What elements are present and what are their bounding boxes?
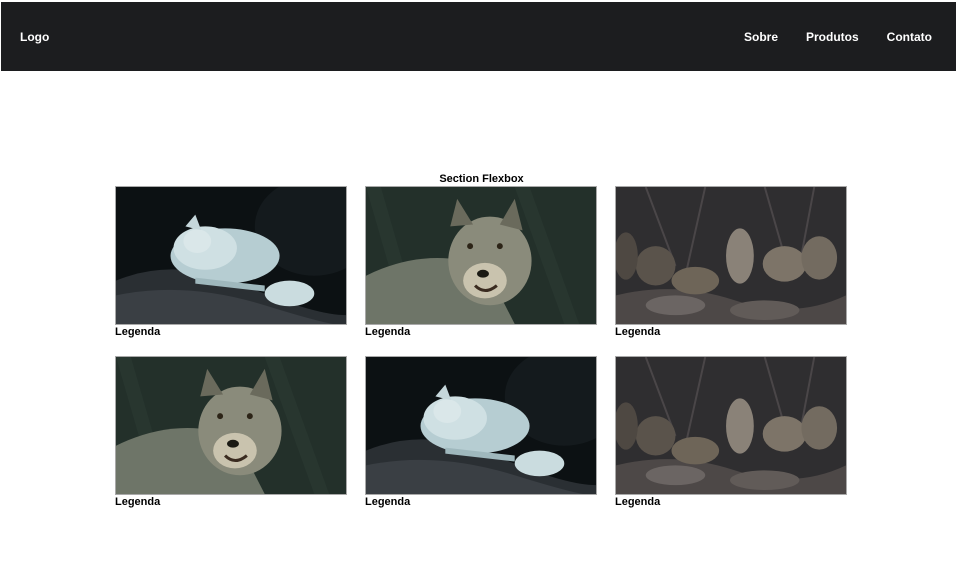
gallery-card: Legenda — [365, 186, 597, 339]
wolf-portrait-image — [115, 356, 347, 495]
wolf-portrait-image — [365, 186, 597, 325]
logo[interactable]: Logo — [20, 30, 49, 44]
navbar: Logo Sobre Produtos Contato — [1, 2, 956, 71]
wolf-pack-image — [615, 186, 847, 325]
nav-link-contato[interactable]: Contato — [887, 30, 932, 44]
nav-links: Sobre Produtos Contato — [716, 30, 932, 44]
gallery-card: Legenda — [615, 186, 847, 339]
gallery-card: Legenda — [115, 356, 347, 509]
nav-link-produtos[interactable]: Produtos — [806, 30, 859, 44]
gallery: Legenda Legenda Legenda Legenda Legenda … — [115, 186, 855, 509]
image-caption: Legenda — [615, 496, 661, 508]
image-caption: Legenda — [365, 326, 411, 338]
image-caption: Legenda — [115, 496, 161, 508]
nav-link-sobre[interactable]: Sobre — [744, 30, 778, 44]
gallery-card: Legenda — [615, 356, 847, 509]
gallery-card: Legenda — [115, 186, 347, 339]
image-caption: Legenda — [615, 326, 661, 338]
image-caption: Legenda — [365, 496, 411, 508]
wolf-lying-image — [115, 186, 347, 325]
wolf-pack-image — [615, 356, 847, 495]
wolf-lying-image — [365, 356, 597, 495]
image-caption: Legenda — [115, 326, 161, 338]
section-title: Section Flexbox — [439, 173, 524, 186]
gallery-card: Legenda — [365, 356, 597, 509]
